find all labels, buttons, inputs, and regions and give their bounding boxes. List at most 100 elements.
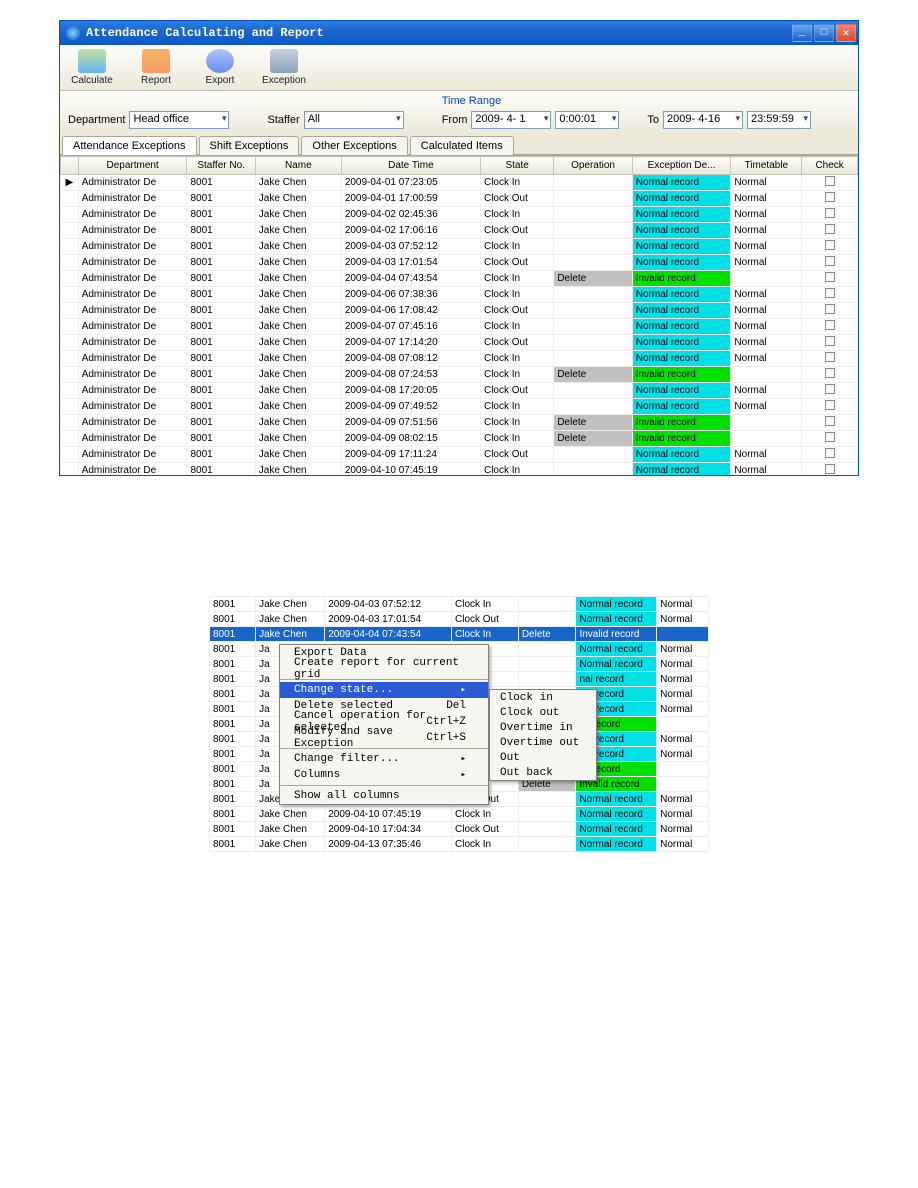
check-box[interactable]: [825, 352, 835, 362]
check-box[interactable]: [825, 416, 835, 426]
table-row[interactable]: 8001Jake Chen2009-04-04 07:43:54Clock In…: [210, 627, 709, 642]
check-box[interactable]: [825, 240, 835, 250]
check-box[interactable]: [825, 368, 835, 378]
tab-other-exceptions[interactable]: Other Exceptions: [301, 136, 407, 155]
submenu-item-out-back[interactable]: Out back: [490, 765, 596, 780]
check-box[interactable]: [825, 224, 835, 234]
from-label: From: [442, 114, 468, 126]
table-row[interactable]: Administrator De8001Jake Chen2009-04-03 …: [61, 239, 858, 255]
table-row[interactable]: 8001Jake Chen2009-04-03 17:01:54Clock Ou…: [210, 612, 709, 627]
table-row[interactable]: Administrator De8001Jake Chen2009-04-06 …: [61, 287, 858, 303]
check-box[interactable]: [825, 304, 835, 314]
table-row[interactable]: Administrator De8001Jake Chen2009-04-08 …: [61, 367, 858, 383]
to-label: To: [647, 114, 659, 126]
col-ptr[interactable]: [61, 157, 79, 175]
menu-item-show-all-columns[interactable]: Show all columns: [280, 788, 488, 804]
col-check[interactable]: Check: [802, 157, 858, 175]
menu-item-change-filter-[interactable]: Change filter...: [280, 751, 488, 767]
table-row[interactable]: Administrator De8001Jake Chen2009-04-09 …: [61, 415, 858, 431]
tab-shift-exceptions[interactable]: Shift Exceptions: [199, 136, 300, 155]
table-row[interactable]: Administrator De8001Jake Chen2009-04-01 …: [61, 191, 858, 207]
menu-item-modify-and-save-exception[interactable]: Modify and save ExceptionCtrl+S: [280, 730, 488, 746]
toolbar: Calculate Report Export Exception: [60, 45, 858, 91]
table-row[interactable]: Administrator De8001Jake Chen2009-04-08 …: [61, 383, 858, 399]
check-box[interactable]: [825, 208, 835, 218]
table-row[interactable]: Administrator De8001Jake Chen2009-04-08 …: [61, 351, 858, 367]
report-icon: [142, 49, 170, 73]
submenu-item-clock-in[interactable]: Clock in: [490, 690, 596, 705]
table-row[interactable]: 8001Jake Chen2009-04-10 07:45:19Clock In…: [210, 807, 709, 822]
submenu-item-clock-out[interactable]: Clock out: [490, 705, 596, 720]
table-row[interactable]: Administrator De8001Jake Chen2009-04-06 …: [61, 303, 858, 319]
context-menu[interactable]: Export DataCreate report for current gri…: [279, 644, 489, 805]
tab-attendance-exceptions[interactable]: Attendance Exceptions: [62, 136, 197, 155]
app-icon: [66, 26, 80, 40]
table-row[interactable]: Administrator De8001Jake Chen2009-04-04 …: [61, 271, 858, 287]
check-box[interactable]: [825, 448, 835, 458]
tab-bar: Attendance ExceptionsShift ExceptionsOth…: [60, 135, 858, 155]
table-row[interactable]: Administrator De8001Jake Chen2009-04-09 …: [61, 399, 858, 415]
to-date-input[interactable]: 2009- 4-16: [663, 111, 743, 129]
to-time-input[interactable]: 23:59:59: [747, 111, 811, 129]
from-time-input[interactable]: 0:00:01: [555, 111, 619, 129]
grid-header-row: DepartmentStaffer No.NameDate TimeStateO…: [61, 157, 858, 175]
calculate-button[interactable]: Calculate: [66, 49, 118, 86]
table-row[interactable]: Administrator De8001Jake Chen2009-04-02 …: [61, 223, 858, 239]
col-department[interactable]: Department: [78, 157, 187, 175]
export-button[interactable]: Export: [194, 49, 246, 86]
col-datetime[interactable]: Date Time: [341, 157, 480, 175]
minimize-button[interactable]: _: [792, 24, 812, 42]
table-row[interactable]: Administrator De8001Jake Chen2009-04-02 …: [61, 207, 858, 223]
attendance-window: Attendance Calculating and Report _ □ ✕ …: [59, 20, 859, 476]
report-button[interactable]: Report: [130, 49, 182, 86]
change-state-submenu[interactable]: Clock inClock outOvertime inOvertime out…: [489, 689, 597, 781]
submenu-item-out[interactable]: Out: [490, 750, 596, 765]
calculate-icon: [78, 49, 106, 73]
check-box[interactable]: [825, 272, 835, 282]
export-icon: [206, 49, 234, 73]
table-row[interactable]: 8001Jake Chen2009-04-03 07:52:12Clock In…: [210, 597, 709, 612]
close-button[interactable]: ✕: [836, 24, 856, 42]
submenu-item-overtime-in[interactable]: Overtime in: [490, 720, 596, 735]
col-timetable[interactable]: Timetable: [731, 157, 802, 175]
attendance-grid[interactable]: DepartmentStaffer No.NameDate TimeStateO…: [60, 155, 858, 475]
check-box[interactable]: [825, 176, 835, 186]
check-box[interactable]: [825, 288, 835, 298]
staffer-combo[interactable]: All: [304, 111, 404, 129]
filter-bar: Department Head office Staffer All Time …: [60, 91, 858, 135]
table-row[interactable]: Administrator De8001Jake Chen2009-04-10 …: [61, 463, 858, 476]
check-box[interactable]: [825, 464, 835, 474]
submenu-item-overtime-out[interactable]: Overtime out: [490, 735, 596, 750]
staffer-label: Staffer: [267, 114, 299, 126]
check-box[interactable]: [825, 336, 835, 346]
tab-calculated-items[interactable]: Calculated Items: [410, 136, 514, 155]
table-row[interactable]: ▶Administrator De8001Jake Chen2009-04-01…: [61, 175, 858, 191]
col-name[interactable]: Name: [255, 157, 341, 175]
menu-item-columns[interactable]: Columns: [280, 767, 488, 783]
col-exceptionde[interactable]: Exception De...: [632, 157, 731, 175]
table-row[interactable]: Administrator De8001Jake Chen2009-04-07 …: [61, 319, 858, 335]
col-operation[interactable]: Operation: [554, 157, 632, 175]
table-row[interactable]: Administrator De8001Jake Chen2009-04-09 …: [61, 431, 858, 447]
check-box[interactable]: [825, 384, 835, 394]
menu-item-change-state-[interactable]: Change state...: [280, 682, 488, 698]
check-box[interactable]: [825, 320, 835, 330]
table-row[interactable]: 8001Jake Chen2009-04-13 07:35:46Clock In…: [210, 837, 709, 852]
check-box[interactable]: [825, 400, 835, 410]
titlebar[interactable]: Attendance Calculating and Report _ □ ✕: [60, 21, 858, 45]
col-state[interactable]: State: [480, 157, 553, 175]
table-row[interactable]: Administrator De8001Jake Chen2009-04-09 …: [61, 447, 858, 463]
check-box[interactable]: [825, 432, 835, 442]
check-box[interactable]: [825, 256, 835, 266]
table-row[interactable]: Administrator De8001Jake Chen2009-04-03 …: [61, 255, 858, 271]
exception-button[interactable]: Exception: [258, 49, 310, 86]
maximize-button[interactable]: □: [814, 24, 834, 42]
timerange-label: Time Range: [442, 95, 811, 107]
table-row[interactable]: 8001Jake Chen2009-04-10 17:04:34Clock Ou…: [210, 822, 709, 837]
check-box[interactable]: [825, 192, 835, 202]
department-combo[interactable]: Head office: [129, 111, 229, 129]
table-row[interactable]: Administrator De8001Jake Chen2009-04-07 …: [61, 335, 858, 351]
col-stafferno[interactable]: Staffer No.: [187, 157, 255, 175]
menu-item-create-report-for-current-grid[interactable]: Create report for current grid: [280, 661, 488, 677]
from-date-input[interactable]: 2009- 4- 1: [471, 111, 551, 129]
